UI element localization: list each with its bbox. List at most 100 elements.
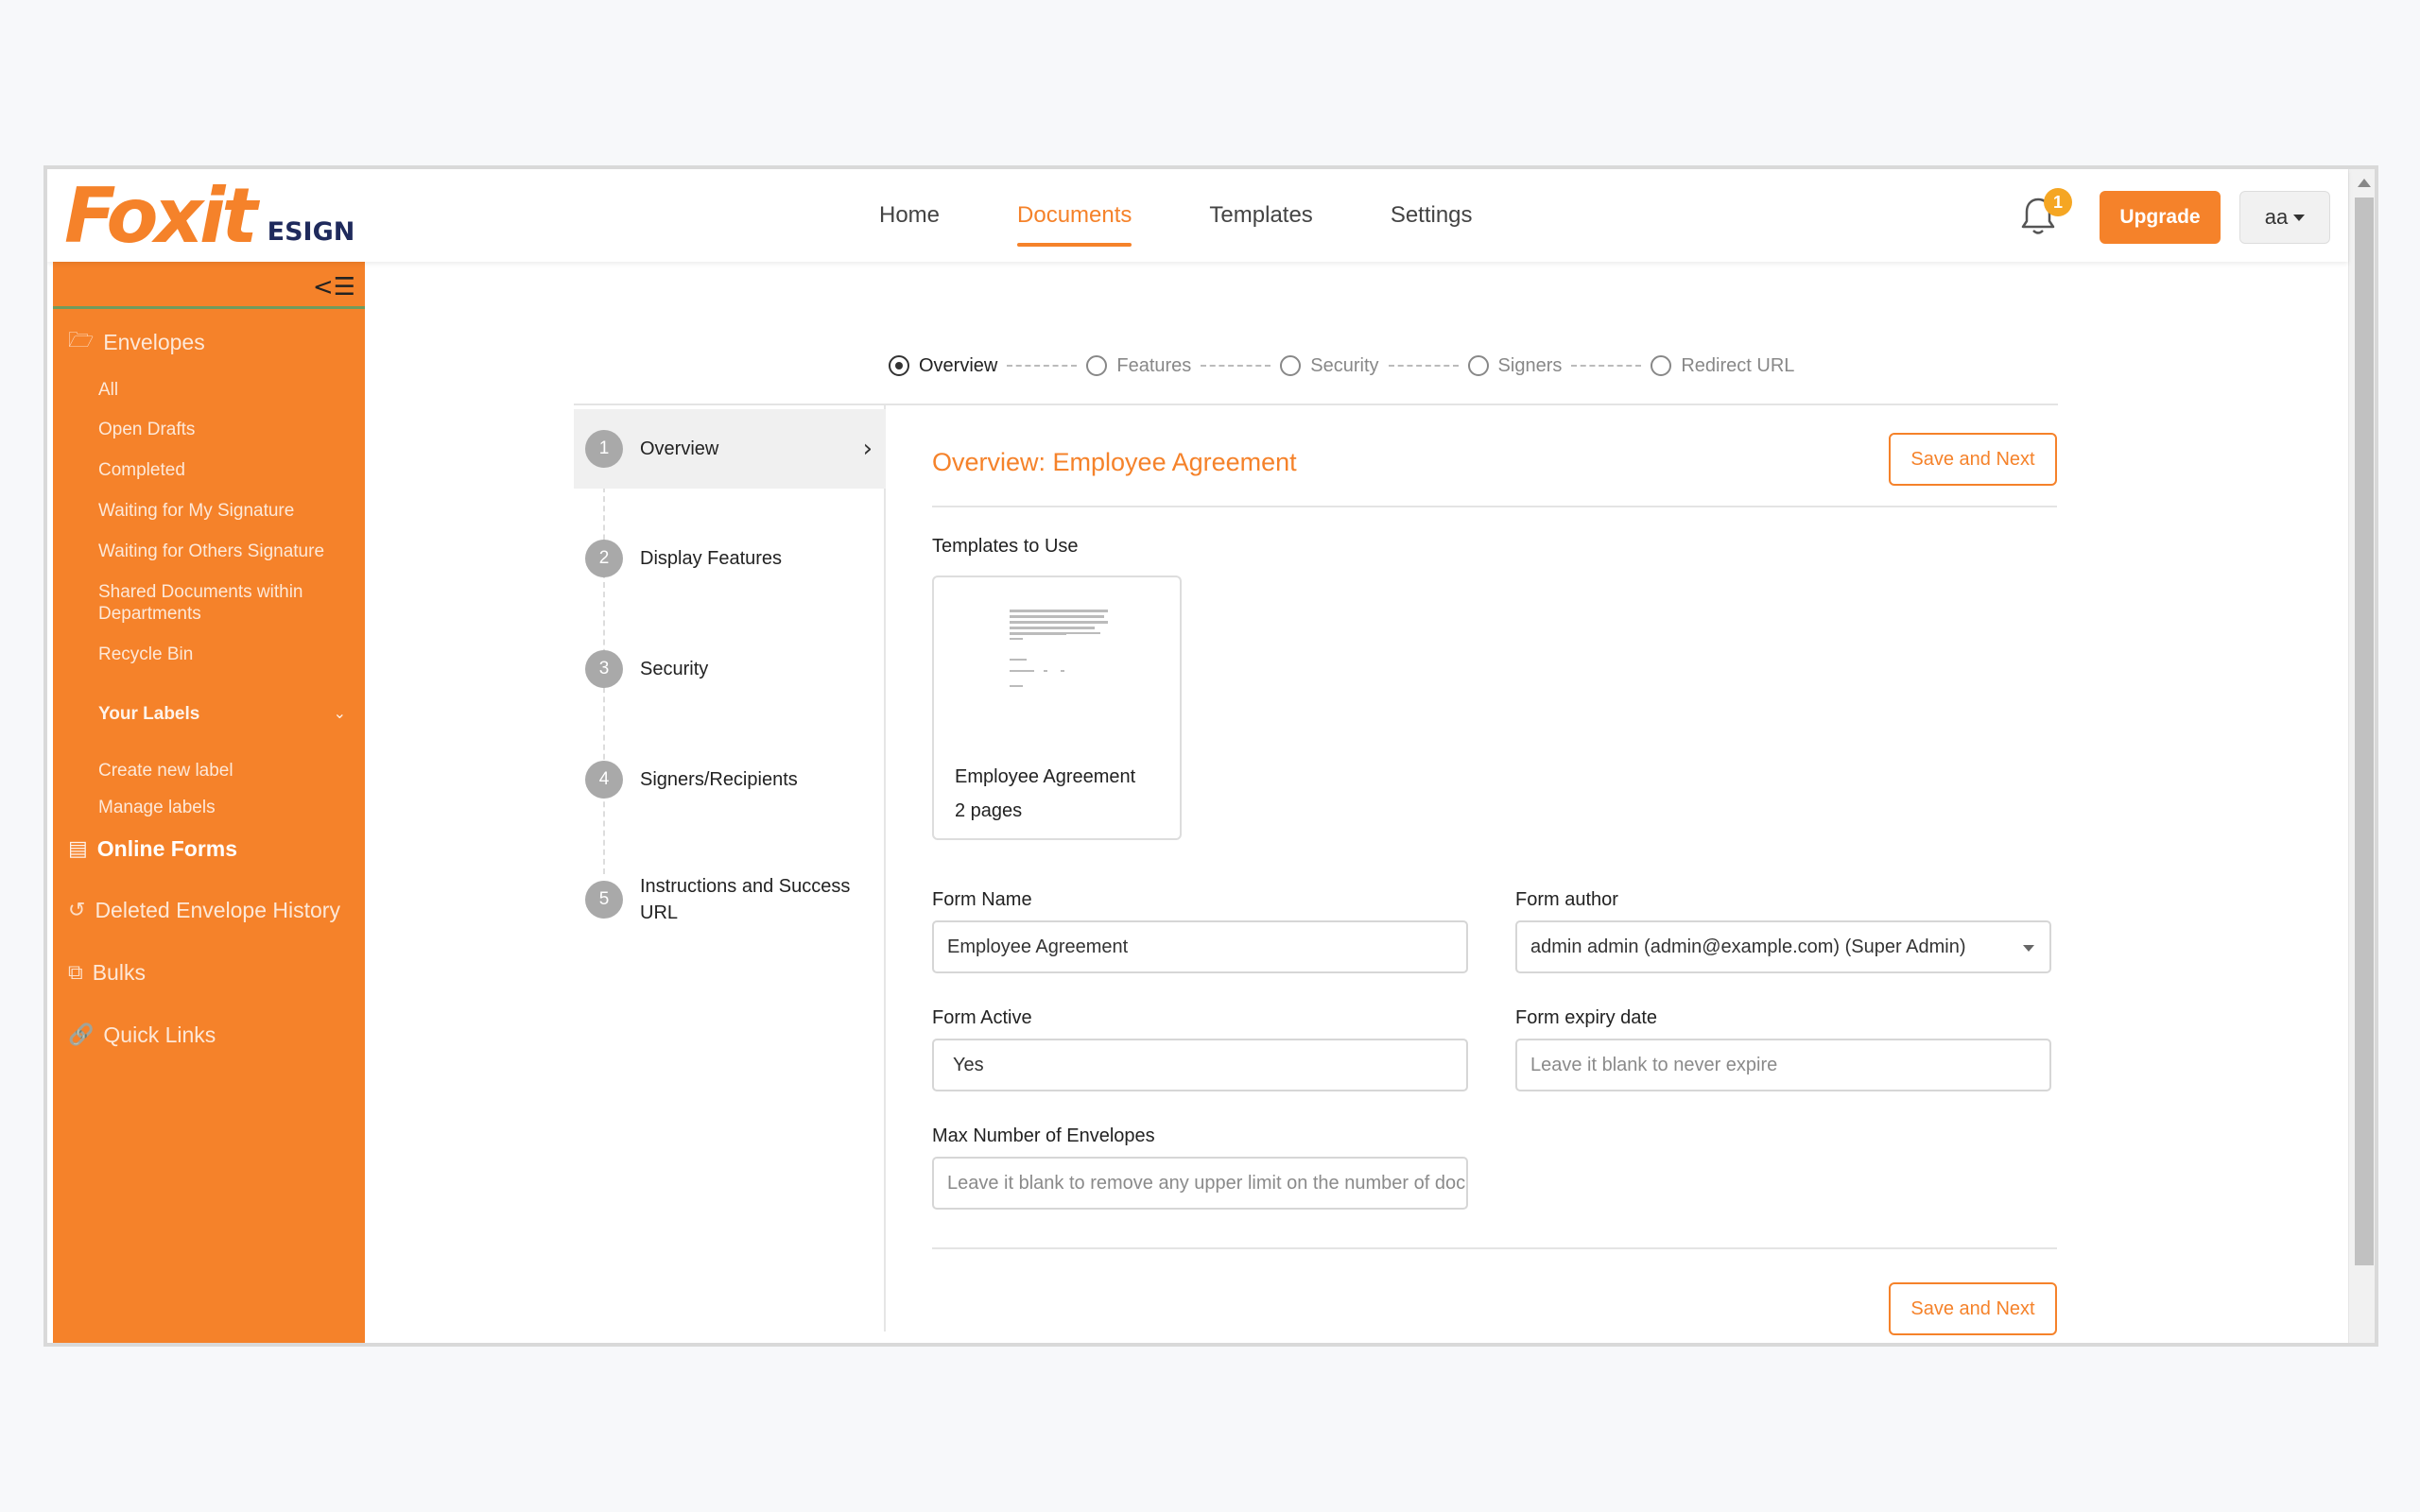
user-menu-button[interactable]: aa bbox=[2239, 191, 2330, 244]
progress-step-label: Signers bbox=[1497, 354, 1563, 376]
step-label: Display Features bbox=[640, 547, 783, 569]
app-window: Foxit ESIGN Home Documents Templates Set… bbox=[43, 165, 2378, 1347]
form-name-input[interactable]: Employee Agreement bbox=[932, 920, 1468, 973]
folder-icon: 🗁 bbox=[68, 329, 95, 352]
wizard-step-list: 1 Overview › 2 Display Features 3 Securi… bbox=[574, 405, 886, 1332]
sidebar-item-completed[interactable]: Completed bbox=[98, 459, 354, 481]
progress-step-signers[interactable]: Signers bbox=[1467, 354, 1563, 377]
scroll-up-arrow-icon[interactable] bbox=[2358, 179, 2371, 187]
sidebar-item-all[interactable]: All bbox=[98, 379, 354, 401]
step-item-overview[interactable]: 1 Overview › bbox=[574, 409, 886, 489]
step-item-security[interactable]: 3 Security bbox=[574, 629, 886, 709]
form-author-label: Form author bbox=[1515, 889, 1618, 910]
page-title: Overview: Employee Agreement bbox=[932, 448, 1297, 476]
progress-step-label: Features bbox=[1116, 354, 1192, 376]
form-icon: ▤ bbox=[68, 837, 88, 861]
notifications-button[interactable]: 1 bbox=[2019, 188, 2072, 239]
your-labels-toggle[interactable]: Your Labels ⌄ bbox=[98, 704, 346, 725]
radio-empty-icon bbox=[1280, 355, 1302, 376]
template-page-count: 2 pages bbox=[955, 800, 1023, 821]
upgrade-button[interactable]: Upgrade bbox=[2100, 191, 2221, 244]
dropdown-caret-icon bbox=[2023, 945, 2034, 952]
step-divider bbox=[1201, 365, 1271, 367]
step-item-display-features[interactable]: 2 Display Features bbox=[574, 519, 886, 598]
nav-home[interactable]: Home bbox=[879, 169, 940, 262]
chevron-right-icon: › bbox=[862, 435, 873, 463]
templates-label: Templates to Use bbox=[932, 536, 1079, 557]
step-number: 3 bbox=[585, 650, 623, 688]
step-number: 1 bbox=[585, 430, 623, 468]
step-divider bbox=[1571, 365, 1642, 367]
save-and-next-button-top[interactable]: Save and Next bbox=[1889, 433, 2057, 486]
progress-step-label: Security bbox=[1310, 354, 1379, 376]
user-menu-label: aa bbox=[2264, 205, 2289, 229]
sidebar-item-label: Envelopes bbox=[103, 329, 205, 354]
caret-down-icon bbox=[2293, 214, 2306, 221]
sidebar-item-manage-labels[interactable]: Manage labels bbox=[98, 797, 354, 818]
sidebar-item-open-drafts[interactable]: Open Drafts bbox=[98, 419, 354, 440]
max-envelopes-label: Max Number of Envelopes bbox=[932, 1125, 1155, 1146]
divider bbox=[932, 506, 2057, 507]
form-active-select[interactable]: Yes bbox=[932, 1039, 1468, 1091]
sidebar-toggle-bar: <☰ bbox=[53, 262, 365, 309]
sidebar-item-deleted-history[interactable]: ↺ Deleted Envelope History bbox=[68, 898, 340, 923]
scrollbar-thumb[interactable] bbox=[2355, 198, 2374, 1265]
page-scrollbar[interactable] bbox=[2348, 169, 2375, 1343]
top-header: Foxit ESIGN Home Documents Templates Set… bbox=[47, 169, 2348, 262]
sidebar-item-envelopes[interactable]: 🗁 Envelopes bbox=[68, 324, 205, 360]
link-icon: 🔗 bbox=[68, 1023, 95, 1047]
step-label: Overview bbox=[640, 438, 719, 459]
document-thumbnail-icon bbox=[1006, 606, 1110, 700]
form-author-value: admin admin (admin@example.com) (Super A… bbox=[1530, 936, 1966, 957]
nav-templates[interactable]: Templates bbox=[1209, 169, 1312, 262]
sidebar-item-label: Deleted Envelope History bbox=[95, 898, 340, 922]
save-and-next-button-bottom[interactable]: Save and Next bbox=[1889, 1282, 2057, 1335]
divider bbox=[932, 1247, 2057, 1249]
form-name-label: Form Name bbox=[932, 889, 1032, 910]
sidebar-item-waiting-my-signature[interactable]: Waiting for My Signature bbox=[98, 500, 354, 522]
form-author-select[interactable]: admin admin (admin@example.com) (Super A… bbox=[1515, 920, 2051, 973]
progress-step-features[interactable]: Features bbox=[1086, 355, 1191, 377]
template-card[interactable]: Employee Agreement 2 pages bbox=[932, 576, 1182, 840]
form-expiry-date-input[interactable]: Leave it blank to never expire bbox=[1515, 1039, 2051, 1091]
notification-count-badge: 1 bbox=[2044, 188, 2072, 216]
sidebar-item-label: Online Forms bbox=[96, 836, 238, 861]
wizard-progress: Overview Features Security Signers Redir… bbox=[889, 349, 1794, 383]
sidebar-item-online-forms[interactable]: ▤ Online Forms bbox=[68, 836, 237, 862]
radio-empty-icon bbox=[1651, 355, 1672, 376]
nav-settings[interactable]: Settings bbox=[1391, 169, 1473, 262]
sidebar: <☰ 🗁 Envelopes All Open Drafts Completed… bbox=[53, 262, 365, 1343]
foxit-logo[interactable]: Foxit ESIGN bbox=[64, 179, 354, 254]
history-icon: ↺ bbox=[68, 899, 86, 922]
form-active-label: Form Active bbox=[932, 1007, 1032, 1028]
progress-step-label: Redirect URL bbox=[1681, 354, 1795, 376]
step-divider bbox=[1388, 365, 1459, 367]
step-label: Instructions and Success URL bbox=[640, 876, 851, 923]
progress-step-security[interactable]: Security bbox=[1280, 354, 1379, 377]
step-item-signers[interactable]: 4 Signers/Recipients bbox=[574, 740, 886, 819]
sidebar-item-shared-documents[interactable]: Shared Documents within Departments bbox=[98, 581, 354, 625]
nav-documents[interactable]: Documents bbox=[1017, 169, 1132, 262]
progress-step-redirect-url[interactable]: Redirect URL bbox=[1651, 355, 1794, 377]
sidebar-item-waiting-others-signature[interactable]: Waiting for Others Signature bbox=[98, 541, 354, 562]
radio-empty-icon bbox=[1467, 355, 1489, 376]
sidebar-item-recycle-bin[interactable]: Recycle Bin bbox=[98, 644, 354, 665]
step-label: Security bbox=[640, 658, 709, 679]
radio-empty-icon bbox=[1086, 355, 1108, 376]
sidebar-item-create-label[interactable]: Create new label bbox=[98, 760, 354, 782]
step-item-instructions[interactable]: 5 Instructions and Success URL bbox=[574, 855, 886, 944]
logo-subtitle: ESIGN bbox=[267, 217, 355, 247]
template-name: Employee Agreement bbox=[955, 766, 1136, 787]
step-number: 5 bbox=[585, 881, 623, 919]
sidebar-item-bulks[interactable]: ⧉ Bulks bbox=[68, 960, 146, 986]
radio-selected-icon bbox=[889, 355, 909, 376]
sidebar-item-label: Bulks bbox=[92, 960, 146, 985]
chevron-down-icon: ⌄ bbox=[333, 704, 346, 722]
collapse-menu-icon[interactable]: <☰ bbox=[313, 273, 355, 301]
sidebar-item-quick-links[interactable]: 🔗 Quick Links bbox=[68, 1022, 216, 1048]
main-nav: Home Documents Templates Settings bbox=[879, 169, 1550, 262]
step-number: 2 bbox=[585, 540, 623, 577]
max-envelopes-input[interactable]: Leave it blank to remove any upper limit… bbox=[932, 1157, 1468, 1210]
progress-step-overview[interactable]: Overview bbox=[889, 355, 997, 377]
step-label: Signers/Recipients bbox=[640, 768, 798, 790]
